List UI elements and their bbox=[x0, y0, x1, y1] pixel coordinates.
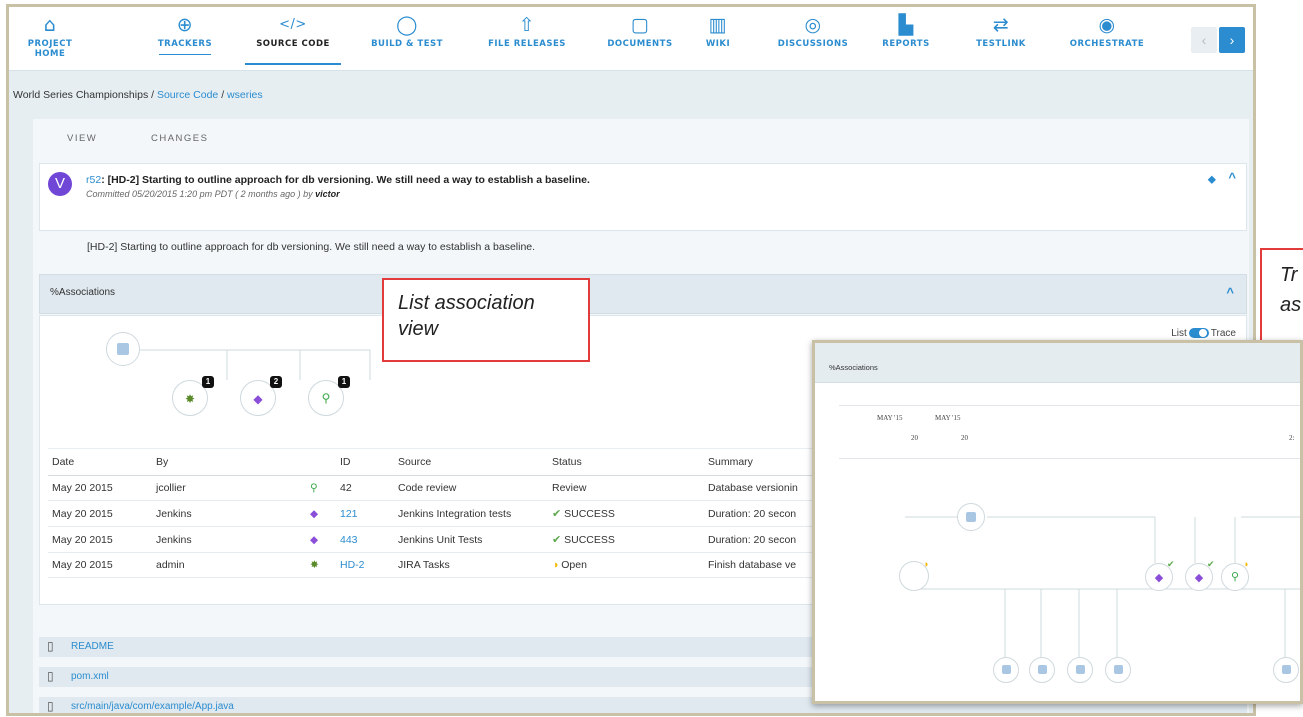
nav-project-home[interactable]: ⌂ PROJECT HOME bbox=[15, 13, 85, 69]
trace-associations-header: %Associations bbox=[815, 343, 1300, 383]
callout-list-view: List association view bbox=[382, 278, 590, 362]
repository-icon bbox=[1281, 665, 1291, 674]
commit-body: [HD-2] Starting to outline approach for … bbox=[87, 241, 536, 253]
tab-view[interactable]: VIEW bbox=[67, 133, 97, 144]
tab-changes[interactable]: CHANGES bbox=[151, 133, 208, 144]
trace-repo-node[interactable] bbox=[993, 657, 1019, 683]
nav-discussions[interactable]: ◎ DISCUSSIONS bbox=[767, 13, 859, 69]
avatar: V bbox=[48, 172, 72, 196]
nav-trackers[interactable]: ⊕ TRACKERS bbox=[155, 13, 215, 69]
nav-reports[interactable]: ▙ REPORTS bbox=[877, 13, 935, 69]
nav-build-test[interactable]: ◯ BUILD & TEST bbox=[363, 13, 451, 69]
trace-repo-node[interactable] bbox=[957, 503, 985, 531]
book-icon: ▥ bbox=[708, 14, 728, 36]
association-id-link[interactable]: 443 bbox=[340, 534, 358, 546]
nav-next-button[interactable]: › bbox=[1219, 27, 1245, 53]
association-id-link[interactable]: 121 bbox=[340, 508, 358, 520]
nav-documents[interactable]: ▢ DOCUMENTS bbox=[601, 13, 679, 69]
build-cube-icon: ◆ bbox=[253, 392, 263, 406]
commit-meta: Committed 05/20/2015 1:20 pm PDT ( 2 mon… bbox=[86, 189, 340, 199]
breadcrumb-repo[interactable]: wseries bbox=[227, 89, 263, 101]
tracker-icon: ⊕ bbox=[176, 14, 194, 36]
upload-icon: ⇧ bbox=[518, 14, 536, 36]
trace-timeline: MAY '15 MAY '15 20 20 2: bbox=[839, 405, 1300, 459]
orchestrate-icon: ◉ bbox=[1098, 14, 1116, 36]
bug-icon: ✸ bbox=[184, 392, 196, 406]
build-cube-icon: ◆ bbox=[1194, 572, 1204, 584]
nav-wiki[interactable]: ▥ WIKI bbox=[703, 13, 733, 69]
check-icon: ✔ bbox=[1207, 559, 1215, 569]
commit-title: r52: [HD-2] Starting to outline approach… bbox=[86, 174, 590, 186]
repository-icon bbox=[966, 512, 976, 522]
trace-view-panel: %Associations MAY '15 MAY '15 20 20 2: ◑… bbox=[812, 340, 1303, 704]
toggle-switch[interactable] bbox=[1188, 328, 1209, 339]
home-icon: ⌂ bbox=[43, 14, 57, 36]
build-cube-icon: ◆ bbox=[1154, 572, 1164, 584]
top-navigation: ⌂ PROJECT HOME ⊕ TRACKERS </> SOURCE COD… bbox=[9, 7, 1253, 71]
commit-card: V r52: [HD-2] Starting to outline approa… bbox=[39, 163, 1247, 231]
repository-icon bbox=[1075, 665, 1085, 674]
build-cube-icon: ◆ bbox=[310, 533, 319, 546]
check-icon: ✔ bbox=[552, 534, 562, 546]
association-id-link[interactable]: HD-2 bbox=[340, 559, 365, 571]
trace-repo-node[interactable] bbox=[1273, 657, 1299, 683]
list-trace-toggle[interactable]: List Trace bbox=[1171, 328, 1236, 339]
half-circle-icon: ◑ bbox=[552, 559, 559, 571]
check-icon: ✔ bbox=[552, 508, 562, 520]
repository-icon bbox=[117, 343, 129, 355]
repository-icon bbox=[1113, 665, 1123, 674]
file-icon: ▯ bbox=[47, 639, 54, 653]
half-circle-icon: ◑ bbox=[1243, 559, 1249, 569]
trace-graph bbox=[905, 516, 1300, 659]
breadcrumb-project[interactable]: World Series Championships bbox=[13, 89, 148, 101]
count-badge: 1 bbox=[202, 376, 214, 388]
repository-icon bbox=[1037, 665, 1047, 674]
location-pin-icon[interactable]: ⬥ bbox=[1208, 172, 1216, 187]
nav-testlink[interactable]: ⇄ TESTLINK bbox=[969, 13, 1033, 69]
commit-revision-link[interactable]: r52 bbox=[86, 174, 101, 186]
trace-repo-node[interactable] bbox=[1067, 657, 1093, 683]
breadcrumb: World Series Championships / Source Code… bbox=[13, 89, 263, 101]
nav-source-code[interactable]: </> SOURCE CODE bbox=[245, 13, 341, 69]
nav-orchestrate[interactable]: ◉ ORCHESTRATE bbox=[1059, 13, 1155, 69]
review-icon: ⚲ bbox=[321, 391, 331, 405]
half-circle-icon: ◑ bbox=[923, 559, 929, 569]
review-icon: ⚲ bbox=[310, 482, 318, 494]
trace-repo-node[interactable] bbox=[1105, 657, 1131, 683]
build-cube-icon: ◆ bbox=[310, 507, 319, 520]
associations-header[interactable]: %Associations ^ bbox=[39, 274, 1247, 314]
bug-icon: ✸ bbox=[310, 559, 319, 571]
repo-node[interactable] bbox=[106, 332, 140, 366]
review-icon: ⚲ bbox=[1230, 571, 1240, 583]
repository-icon bbox=[1001, 665, 1011, 674]
breadcrumb-source-code[interactable]: Source Code bbox=[157, 89, 218, 101]
file-icon: ▯ bbox=[47, 699, 54, 713]
nav-prev-button[interactable]: ‹ bbox=[1191, 27, 1217, 53]
build-icon: ◯ bbox=[396, 14, 418, 36]
link-icon: % bbox=[829, 363, 836, 372]
file-icon: ▯ bbox=[47, 669, 54, 683]
link-icon: % bbox=[50, 287, 59, 298]
shuffle-icon: ⇄ bbox=[992, 14, 1010, 36]
check-icon: ✔ bbox=[1167, 559, 1175, 569]
commit-author[interactable]: victor bbox=[315, 189, 340, 199]
chevron-left-icon: ‹ bbox=[1201, 32, 1207, 48]
count-badge: 1 bbox=[338, 376, 350, 388]
chevron-right-icon: › bbox=[1229, 32, 1235, 48]
chevron-up-icon[interactable]: ^ bbox=[1228, 170, 1236, 185]
count-badge: 2 bbox=[270, 376, 282, 388]
nav-file-releases[interactable]: ⇧ FILE RELEASES bbox=[475, 13, 579, 69]
discussion-icon: ◎ bbox=[804, 14, 822, 36]
trace-repo-node[interactable] bbox=[1029, 657, 1055, 683]
document-icon: ▢ bbox=[630, 14, 650, 36]
code-icon: </> bbox=[279, 17, 307, 32]
chart-icon: ▙ bbox=[898, 14, 914, 36]
callout-trace-view: Tr as bbox=[1260, 248, 1303, 342]
chevron-up-icon[interactable]: ^ bbox=[1226, 285, 1234, 300]
